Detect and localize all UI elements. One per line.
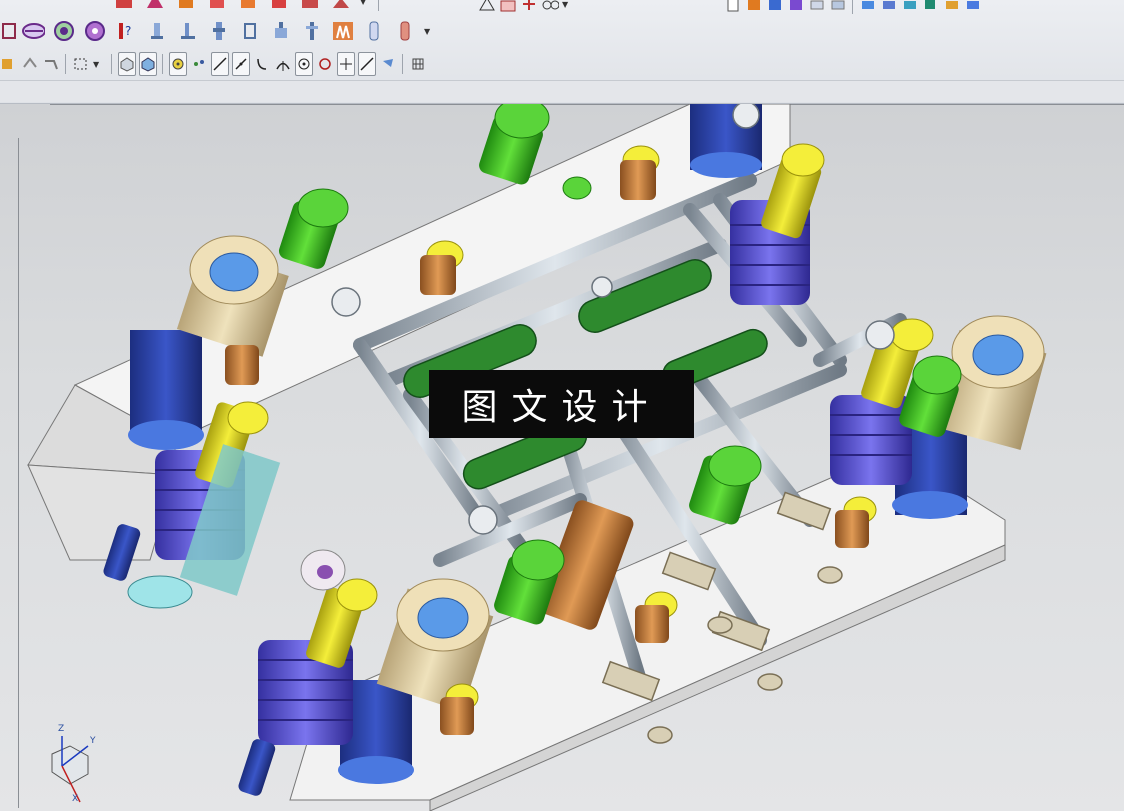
extrude-icon[interactable] [174,0,198,13]
dowel-icon[interactable] [300,19,324,43]
line-icon[interactable] [211,52,229,76]
curve-icon[interactable] [253,52,271,76]
spring-right [830,395,912,485]
gear-icon[interactable] [52,19,76,43]
tangent-line-icon[interactable] [274,52,292,76]
stand-icon[interactable] [238,19,262,43]
toolbar-right-group-1: ▼ [478,0,578,16]
pattern-icon[interactable] [298,0,322,13]
snap-icon[interactable] [169,52,187,76]
status-strip [0,80,1124,102]
revolve-icon[interactable] [205,0,229,13]
bolt-icon[interactable]: ? [114,19,138,43]
triad-y-label: Y [90,736,96,746]
cylinder-icon[interactable] [393,19,417,43]
svg-text:?: ? [125,24,131,38]
draft-icon[interactable] [267,0,291,13]
table-icon[interactable] [499,0,517,16]
coil-icon[interactable] [0,19,18,43]
box-blue-2-icon[interactable] [964,0,982,16]
sleeve-icon[interactable] [362,19,386,43]
drop-icon[interactable] [379,52,397,76]
rib-icon[interactable] [329,0,353,13]
toolbar-separator [162,54,163,74]
toolbar-separator [402,54,403,74]
tangent-icon[interactable] [358,52,376,76]
triad-x-label: X [72,794,79,804]
graphics-viewport[interactable]: 图文设计 Z Y X [0,104,1124,811]
flag-icon[interactable] [922,0,940,16]
box-orange-icon[interactable] [745,0,763,16]
dimension-icon[interactable] [21,19,45,43]
link-icon[interactable] [541,0,559,16]
shell-icon[interactable] [236,0,260,13]
toolbar-row-view: ▼ [0,51,1124,77]
export-icon[interactable] [901,0,919,16]
circle-center-icon[interactable] [295,52,313,76]
toolbar-row-standard-parts: ? ▼ [0,18,1124,44]
triad-z-label: Z [58,724,65,734]
mold-insert-icon[interactable] [331,19,355,43]
left-block-side [27,464,176,561]
toolbar-right-group-2 [724,0,985,16]
toolbar-separator [111,54,112,74]
bush-icon[interactable] [269,19,293,43]
orientation-triad: Z Y X [40,724,110,811]
import-icon[interactable] [943,0,961,16]
arrow-icon[interactable] [42,52,60,76]
triangle-icon[interactable] [478,0,496,16]
box-blue-icon[interactable] [766,0,784,16]
box-purple-icon[interactable] [787,0,805,16]
washer-icon[interactable] [176,19,200,43]
mold-assembly-model[interactable] [0,104,1124,811]
toolbar-separator [378,0,379,11]
chevron-down-icon[interactable]: ▼ [360,0,370,6]
page-icon[interactable] [724,0,742,16]
stack-icon[interactable] [808,0,826,16]
chevron-down-icon[interactable]: ▼ [93,60,103,69]
star-icon[interactable] [520,0,538,16]
chevron-down-icon[interactable]: ▼ [424,27,434,36]
nut-icon[interactable] [145,19,169,43]
view-cube-icon[interactable] [118,52,136,76]
cut-icon[interactable] [143,0,167,13]
select-box-icon[interactable] [72,52,90,76]
circle-icon[interactable] [316,52,334,76]
slash-icon[interactable] [232,52,250,76]
part-icon[interactable] [112,0,136,13]
layer-icon[interactable] [859,0,877,16]
toolbar-separator [852,0,853,14]
grid-icon[interactable] [409,52,427,76]
material-icon[interactable] [0,52,18,76]
toolbar-separator [65,54,66,74]
point-icon[interactable] [190,52,208,76]
toolbar-area: ▼ ? ▼ ▼ ▼ [0,0,1124,104]
shaded-icon[interactable] [139,52,157,76]
spring-icon[interactable] [83,19,107,43]
sheet-icon[interactable] [829,0,847,16]
cube-blue-icon[interactable] [880,0,898,16]
cross-icon[interactable] [337,52,355,76]
pin-icon[interactable] [207,19,231,43]
intersect-icon[interactable] [21,52,39,76]
chevron-down-icon[interactable]: ▼ [562,0,572,9]
watermark-text: 图文设计 [429,370,694,438]
